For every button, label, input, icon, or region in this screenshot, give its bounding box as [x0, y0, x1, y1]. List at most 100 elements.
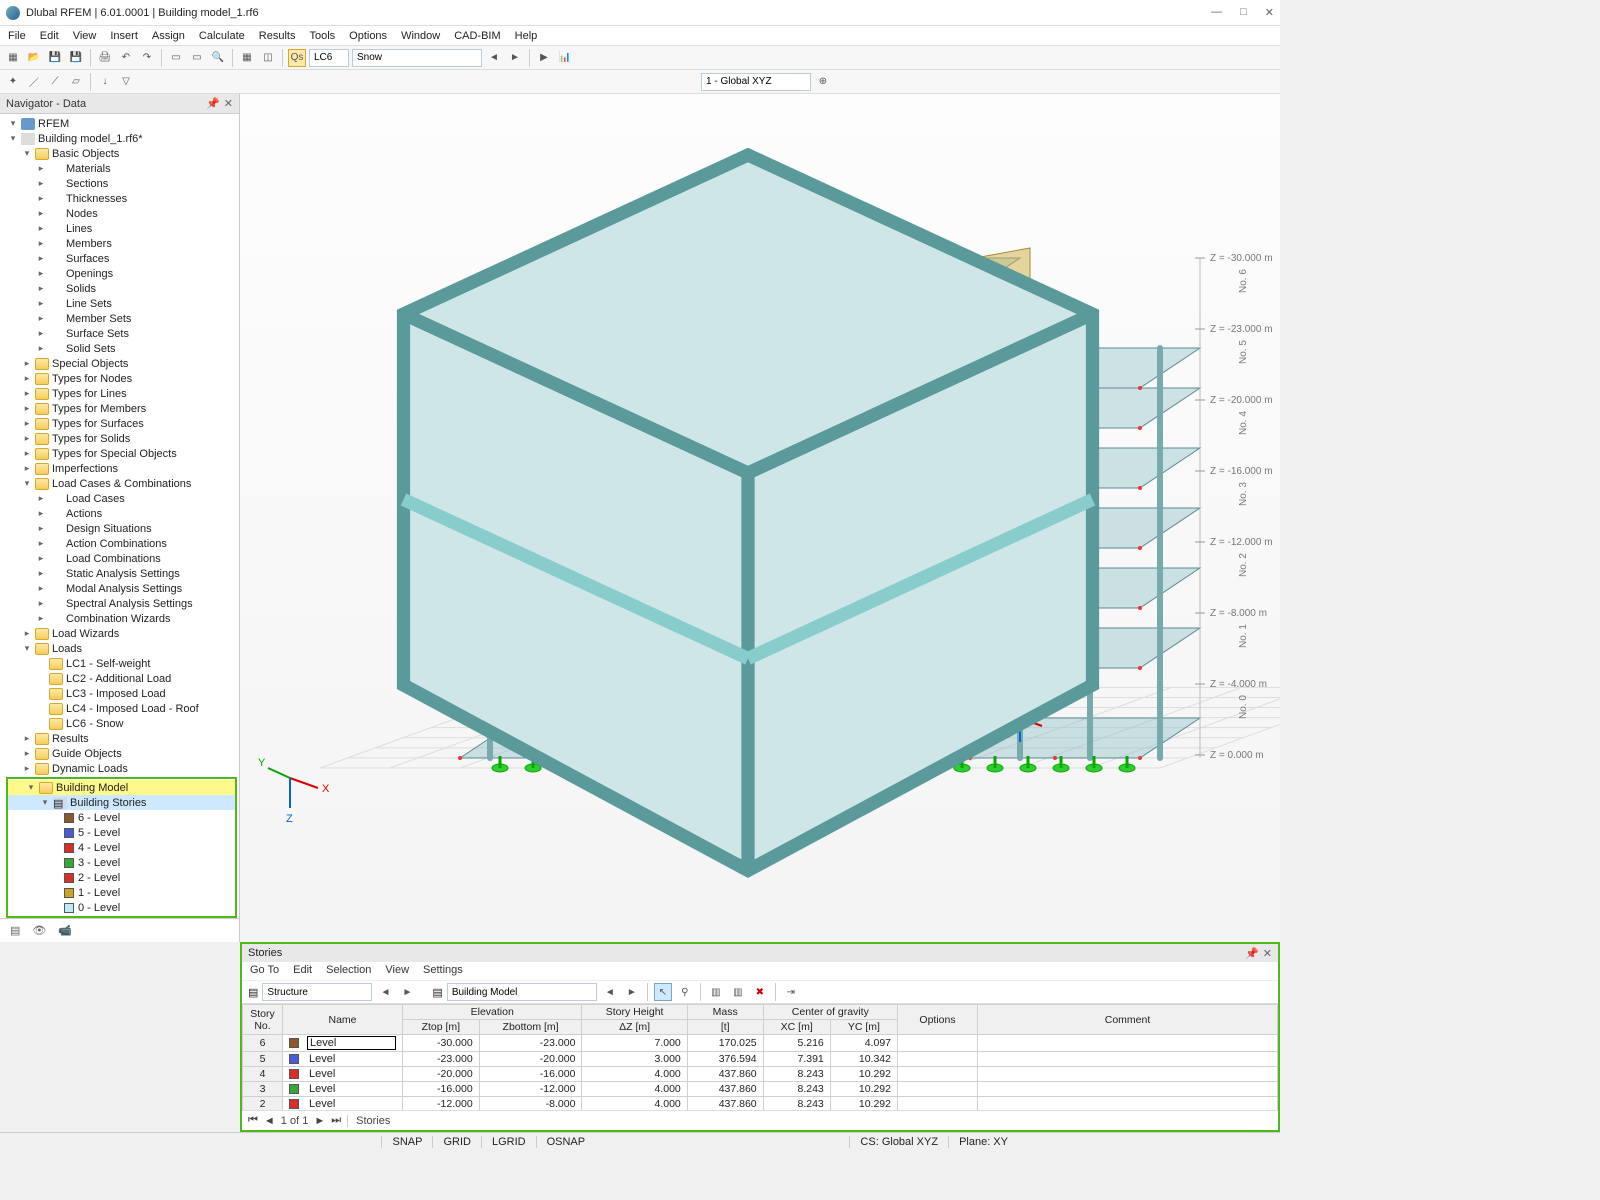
new-icon[interactable]: ▦ [4, 49, 22, 67]
pin-icon[interactable]: 📌 [206, 97, 220, 110]
menu-insert[interactable]: Insert [110, 30, 138, 42]
stories-menu-edit[interactable]: Edit [293, 964, 312, 978]
saveas-icon[interactable]: 💾 [67, 49, 85, 67]
tree-imperfections[interactable]: ▸Imperfections [4, 461, 239, 476]
tree-special-objects[interactable]: ▸Special Objects [4, 356, 239, 371]
menu-assign[interactable]: Assign [152, 30, 185, 42]
tree-types-for-lines[interactable]: ▸Types for Lines [4, 386, 239, 401]
tree-lc3-imposed-load[interactable]: LC3 - Imposed Load [4, 686, 239, 701]
open-icon[interactable]: 📂 [25, 49, 43, 67]
tree-types-for-nodes[interactable]: ▸Types for Nodes [4, 371, 239, 386]
calc-icon[interactable]: ▶ [535, 49, 553, 67]
tree-line-sets[interactable]: ▸Line Sets [4, 296, 239, 311]
tree-lc1-self-weight[interactable]: LC1 - Self-weight [4, 656, 239, 671]
status-grid[interactable]: GRID [432, 1136, 481, 1148]
select-tool-icon[interactable]: ↖ [654, 983, 672, 1001]
tree-lc4-imposed-load-roof[interactable]: LC4 - Imposed Load - Roof [4, 701, 239, 716]
view1-icon[interactable]: ▭ [167, 49, 185, 67]
menu-cad-bim[interactable]: CAD-BIM [454, 30, 500, 42]
maximize-button[interactable]: □ [1240, 6, 1247, 19]
table-row[interactable]: 3Level-16.000-12.0004.000437.8608.24310.… [243, 1082, 1278, 1097]
tb-delete-icon[interactable]: ✖ [751, 983, 769, 1001]
next-bm-icon[interactable]: ► [623, 983, 641, 1001]
print-icon[interactable]: 🖨 [96, 49, 114, 67]
tree-0-level[interactable]: 0 - Level [8, 900, 235, 915]
pager-next-icon[interactable]: ► [314, 1115, 325, 1127]
table-row[interactable]: 4Level-20.000-16.0004.000437.8608.24310.… [243, 1067, 1278, 1082]
prev-bm-icon[interactable]: ◄ [601, 983, 619, 1001]
ortho-icon[interactable]: ◫ [259, 49, 277, 67]
tree-dynamic-loads[interactable]: ▸Dynamic Loads [4, 761, 239, 776]
undo-icon[interactable]: ↶ [117, 49, 135, 67]
prev-struct-icon[interactable]: ◄ [376, 983, 394, 1001]
tree-guide-objects[interactable]: ▸Guide Objects [4, 746, 239, 761]
tree-nodes[interactable]: ▸Nodes [4, 206, 239, 221]
cs-icon[interactable]: ⊕ [814, 73, 832, 91]
node-tool-icon[interactable]: ✦ [4, 73, 22, 91]
tree-5-level[interactable]: 5 - Level [8, 825, 235, 840]
next-icon[interactable]: ► [506, 49, 524, 67]
tree-openings[interactable]: ▸Openings [4, 266, 239, 281]
minimize-button[interactable]: — [1211, 6, 1222, 19]
tree-lc2-additional-load[interactable]: LC2 - Additional Load [4, 671, 239, 686]
tree-actions[interactable]: ▸Actions [4, 506, 239, 521]
menu-calculate[interactable]: Calculate [199, 30, 245, 42]
grid-icon[interactable]: ▦ [238, 49, 256, 67]
line-tool-icon[interactable]: ／ [25, 73, 43, 91]
tree-rfem[interactable]: ▾RFEM [4, 116, 239, 131]
structure-select[interactable] [262, 983, 372, 1001]
tree-6-level[interactable]: 6 - Level [8, 810, 235, 825]
menu-tools[interactable]: Tools [309, 30, 335, 42]
tree-members[interactable]: ▸Members [4, 236, 239, 251]
table-row[interactable]: 6Level-30.000-23.0007.000170.0255.2164.0… [243, 1035, 1278, 1052]
load-tool-icon[interactable]: ↓ [96, 73, 114, 91]
view2-icon[interactable]: ▭ [188, 49, 206, 67]
results-icon[interactable]: 📊 [556, 49, 574, 67]
tree-2-level[interactable]: 2 - Level [8, 870, 235, 885]
redo-icon[interactable]: ↷ [138, 49, 156, 67]
building-model-select[interactable] [447, 983, 597, 1001]
tb-export-icon[interactable]: ⇥ [782, 983, 800, 1001]
menu-help[interactable]: Help [515, 30, 538, 42]
tree-types-for-solids[interactable]: ▸Types for Solids [4, 431, 239, 446]
close-button[interactable]: ✕ [1265, 6, 1274, 19]
stories-menu-selection[interactable]: Selection [326, 964, 371, 978]
tree-1-level[interactable]: 1 - Level [8, 885, 235, 900]
tree-lc6-snow[interactable]: LC6 - Snow [4, 716, 239, 731]
pager-tab[interactable]: Stories [347, 1115, 390, 1127]
tree-spectral-analysis-settings[interactable]: ▸Spectral Analysis Settings [4, 596, 239, 611]
lc-name-input[interactable] [352, 49, 482, 67]
tree-3-level[interactable]: 3 - Level [8, 855, 235, 870]
nav-tab-data-icon[interactable]: ▤ [10, 924, 20, 937]
tree-design-situations[interactable]: ▸Design Situations [4, 521, 239, 536]
pager-prev-icon[interactable]: ◄ [264, 1115, 275, 1127]
tree-solids[interactable]: ▸Solids [4, 281, 239, 296]
tree-action-combinations[interactable]: ▸Action Combinations [4, 536, 239, 551]
view-cube[interactable] [228, 102, 1268, 950]
zoom-icon[interactable]: 🔍 [209, 49, 227, 67]
tb-a-icon[interactable]: ▥ [707, 983, 725, 1001]
tree-building-model-1-rf6-[interactable]: ▾Building model_1.rf6* [4, 131, 239, 146]
tree-surface-sets[interactable]: ▸Surface Sets [4, 326, 239, 341]
next-struct-icon[interactable]: ► [398, 983, 416, 1001]
tree-4-level[interactable]: 4 - Level [8, 840, 235, 855]
tree-load-combinations[interactable]: ▸Load Combinations [4, 551, 239, 566]
tree-types-for-members[interactable]: ▸Types for Members [4, 401, 239, 416]
tree-building-stories[interactable]: ▾▤Building Stories [8, 795, 235, 810]
tree-combination-wizards[interactable]: ▸Combination Wizards [4, 611, 239, 626]
tree-basic-objects[interactable]: ▾Basic Objects [4, 146, 239, 161]
tree-materials[interactable]: ▸Materials [4, 161, 239, 176]
stories-menu-settings[interactable]: Settings [423, 964, 463, 978]
nav-tab-display-icon[interactable]: 👁 [32, 924, 46, 937]
pager-last-icon[interactable]: ⏭ [331, 1114, 341, 1127]
coord-system-select[interactable] [701, 73, 811, 91]
pager-first-icon[interactable]: ⏮ [248, 1114, 258, 1127]
prev-icon[interactable]: ◄ [485, 49, 503, 67]
tree-loads[interactable]: ▾Loads [4, 641, 239, 656]
navigator-tree[interactable]: ▾RFEM▾Building model_1.rf6*▾Basic Object… [0, 114, 239, 918]
menu-results[interactable]: Results [259, 30, 296, 42]
filter-icon[interactable]: ⚲ [676, 983, 694, 1001]
menu-window[interactable]: Window [401, 30, 440, 42]
tree-load-wizards[interactable]: ▸Load Wizards [4, 626, 239, 641]
tree-member-sets[interactable]: ▸Member Sets [4, 311, 239, 326]
